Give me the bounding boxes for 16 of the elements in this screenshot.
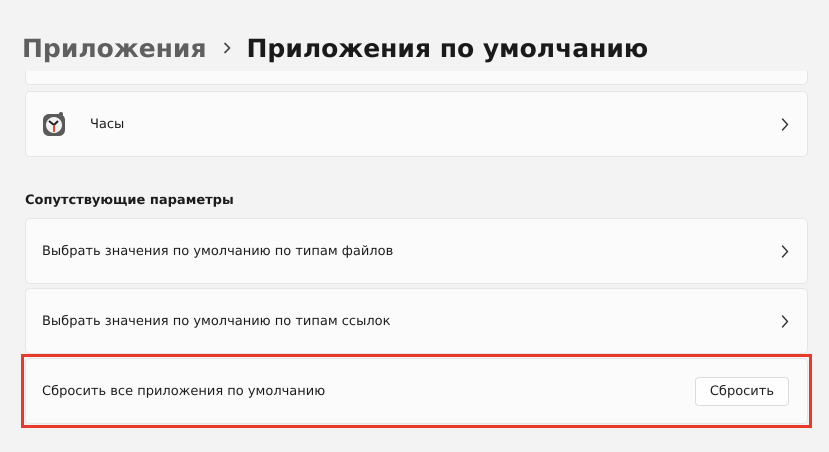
chevron-right-icon bbox=[781, 244, 789, 258]
section-heading: Сопутствующие параметры bbox=[25, 193, 235, 208]
app-name: Часы bbox=[90, 116, 126, 132]
row-label: Сбросить все приложения по умолчанию bbox=[42, 384, 326, 398]
page-title: Приложения по умолчанию bbox=[246, 34, 648, 62]
chevron-right-icon bbox=[781, 314, 789, 328]
chevron-right-icon bbox=[781, 118, 789, 130]
app-row[interactable]: Часы bbox=[25, 91, 808, 157]
settings-link-row[interactable]: Выбрать значения по умолчанию по типам файлов bbox=[25, 218, 808, 284]
breadcrumb-parent[interactable]: Приложения bbox=[22, 34, 206, 62]
row-label: Выбрать значения по умолчанию по типам файлов bbox=[42, 244, 394, 258]
reset-button[interactable]: Сбросить bbox=[694, 376, 789, 406]
chevron-right-icon bbox=[222, 42, 230, 54]
clock-icon bbox=[42, 111, 66, 137]
row-label: Выбрать значения по умолчанию по типам ссылок bbox=[42, 314, 392, 328]
settings-link-row[interactable]: Выбрать значения по умолчанию по типам ссылок bbox=[25, 288, 808, 354]
